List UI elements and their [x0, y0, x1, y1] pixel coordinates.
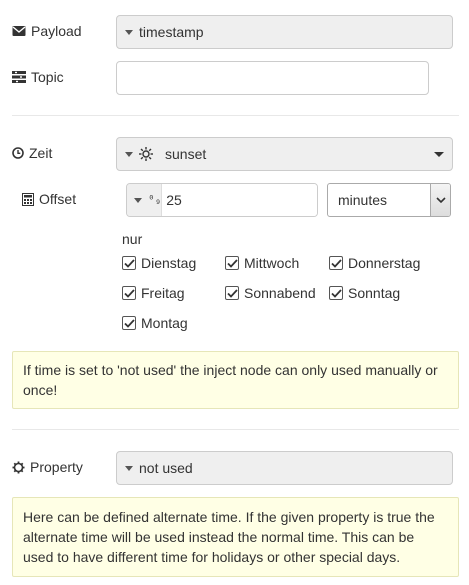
day-checkbox-montag[interactable]: Montag [122, 315, 188, 331]
payload-type-select[interactable]: timestamp [116, 15, 453, 49]
offset-label-text: Offset [39, 191, 77, 207]
offset-unit-select[interactable]: minutes [327, 183, 451, 217]
offset-value-input[interactable] [162, 184, 317, 216]
day-label: Freitag [141, 285, 185, 301]
checkbox-checked-icon[interactable] [122, 286, 136, 300]
property-type-select[interactable]: not used [116, 451, 453, 485]
topic-label: Topic [12, 69, 64, 85]
checkbox-checked-icon[interactable] [225, 256, 239, 270]
day-label: Dienstag [141, 255, 197, 271]
day-label: Donnerstag [348, 255, 421, 271]
checkbox-checked-icon[interactable] [329, 286, 343, 300]
chevron-down-icon [125, 465, 133, 471]
tip-not-used: If time is set to 'not used' the inject … [12, 351, 459, 409]
checkbox-checked-icon[interactable] [122, 316, 136, 330]
day-checkbox-sonnabend[interactable]: Sonnabend [225, 285, 316, 301]
day-label: Sonnabend [244, 285, 316, 301]
chevron-down-icon [125, 151, 133, 157]
tasks-icon [12, 71, 26, 83]
offset-label: Offset [22, 191, 76, 207]
zeit-select[interactable]: sunset [116, 137, 453, 171]
day-label: Montag [141, 315, 188, 331]
property-label: Property [12, 459, 83, 475]
day-checkbox-mittwoch[interactable]: Mittwoch [225, 255, 299, 271]
divider [12, 115, 459, 116]
checkbox-checked-icon[interactable] [225, 286, 239, 300]
zeit-label: Zeit [12, 145, 52, 161]
days-heading: nur [122, 231, 143, 247]
tip-alternate-time: Here can be defined alternate time. If t… [12, 497, 459, 577]
envelope-icon [12, 25, 26, 37]
dropdown-arrow-icon [434, 151, 444, 157]
divider [12, 429, 459, 430]
sun-icon [139, 147, 153, 161]
day-checkbox-sonntag[interactable]: Sonntag [329, 285, 400, 301]
calculator-icon [22, 192, 34, 206]
number-type-icon: ⁰₉ [148, 195, 162, 207]
zeit-label-text: Zeit [29, 145, 53, 161]
property-label-text: Property [30, 459, 83, 475]
payload-type-value: timestamp [139, 24, 204, 40]
clock-icon [12, 147, 24, 159]
topic-label-text: Topic [31, 69, 64, 85]
payload-label: Payload [12, 23, 82, 39]
chevron-down-icon [125, 29, 133, 35]
property-value: not used [139, 460, 193, 476]
offset-type-button[interactable]: ⁰₉ [127, 184, 163, 216]
chevron-down-icon [134, 197, 142, 203]
day-checkbox-donnerstag[interactable]: Donnerstag [329, 255, 420, 271]
day-label: Mittwoch [244, 255, 300, 271]
day-label: Sonntag [348, 285, 401, 301]
chevron-down-icon [430, 184, 450, 216]
payload-label-text: Payload [31, 23, 82, 39]
checkbox-checked-icon[interactable] [329, 256, 343, 270]
day-checkbox-freitag[interactable]: Freitag [122, 285, 185, 301]
zeit-value: sunset [165, 146, 207, 162]
gear-icon [12, 461, 25, 474]
offset-unit-value: minutes [338, 192, 388, 208]
checkbox-checked-icon[interactable] [122, 256, 136, 270]
day-checkbox-dienstag[interactable]: Dienstag [122, 255, 196, 271]
topic-input[interactable] [116, 61, 429, 95]
offset-typed-input[interactable]: ⁰₉ [126, 183, 318, 217]
